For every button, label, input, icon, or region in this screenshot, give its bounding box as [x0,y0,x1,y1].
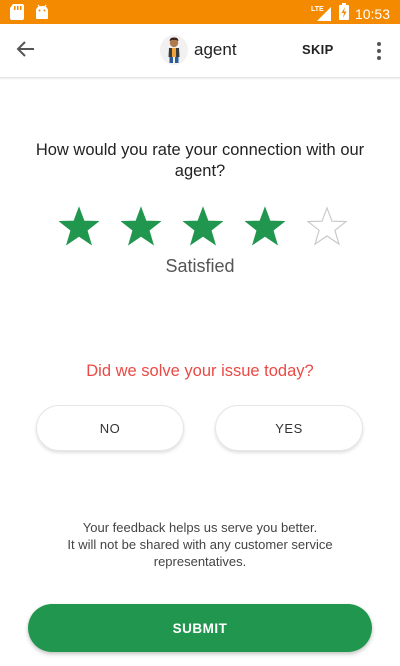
star-filled-icon[interactable] [244,205,286,247]
battery-icon [338,3,349,25]
star-filled-icon[interactable] [120,205,162,247]
agent-header: agent [160,35,237,65]
star-filled-icon[interactable] [58,205,100,247]
yes-button[interactable]: YES [215,405,363,451]
rating-label: Satisfied [165,256,235,276]
more-vert-icon [377,42,381,46]
android-icon [34,4,50,25]
star-filled-icon[interactable] [182,205,224,247]
feedback-note-line1: Your feedback helps us serve you better. [82,520,318,535]
star-rating[interactable] [58,205,348,247]
sd-card-icon [10,4,24,25]
back-arrow-icon [16,39,36,64]
feedback-note: Your feedback helps us serve you better.… [40,519,360,570]
clock: 10:53 [354,6,390,22]
star-empty-icon[interactable] [306,205,348,247]
issue-question: Did we solve your issue today? [86,362,314,380]
signal-icon: LTE [311,6,333,22]
skip-button[interactable]: SKIP [302,42,334,57]
feedback-note-line2: It will not be shared with any customer … [67,537,333,569]
no-button[interactable]: NO [36,405,184,451]
more-options-button[interactable] [370,38,388,64]
rating-question: How would you rate your connection with … [35,141,365,180]
agent-name: agent [194,40,237,59]
app-bar: agent SKIP [0,24,400,78]
status-bar: LTE 10:53 [0,0,400,24]
submit-button[interactable]: SUBMIT [28,604,372,652]
back-button[interactable] [12,37,40,65]
avatar [160,35,188,65]
